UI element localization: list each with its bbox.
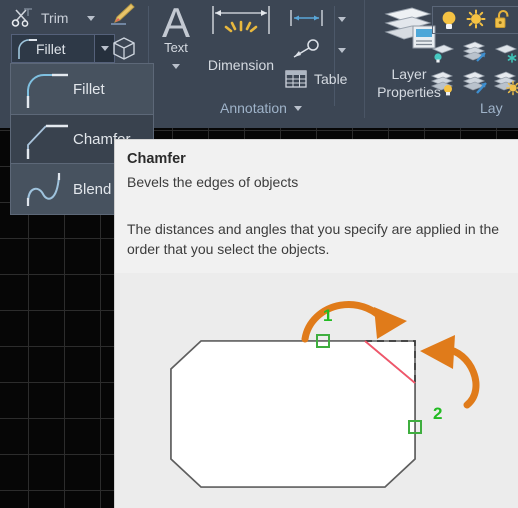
autocad-window: Trim Fillet A Text Dimension Table Annot… [0, 0, 518, 508]
menu-item-fillet[interactable]: Fillet [11, 64, 153, 114]
chamfer-illustration: 1 2 [170, 301, 480, 488]
tooltip-subtitle: Bevels the edges of objects [127, 174, 299, 190]
layer-isolate-icon[interactable] [428, 38, 458, 67]
pencil-button[interactable] [106, 2, 146, 32]
marker-2-label: 2 [433, 404, 442, 423]
fillet-label: Fillet [36, 40, 66, 57]
text-label: Text [164, 40, 188, 55]
tooltip-title: Chamfer [127, 151, 186, 167]
chevron-down-icon[interactable] [338, 47, 346, 53]
chevron-down-icon[interactable] [293, 105, 302, 111]
marker-1-label: 1 [323, 306, 332, 325]
dimension-button[interactable]: Dimension [200, 2, 282, 73]
menu-item-fillet-label: Fillet [73, 80, 105, 98]
chevron-down-icon[interactable] [87, 15, 96, 21]
trim-button[interactable]: Trim [6, 5, 99, 31]
table-grid-icon [285, 70, 307, 88]
fillet-curve-icon [19, 68, 75, 110]
scissors-icon [10, 7, 36, 29]
fillet-curve-icon [16, 38, 40, 66]
dimension-tools-group [286, 6, 346, 64]
tooltip-diagram: 1 2 [115, 273, 518, 508]
letter-a-icon: A [161, 0, 190, 46]
chevron-down-icon[interactable] [172, 64, 180, 69]
layer-unisolate-icon[interactable] [460, 38, 490, 67]
chamfer-bevel-icon [19, 119, 75, 161]
tooltip-body: The distances and angles that you specif… [127, 221, 500, 257]
leader-line-icon[interactable] [286, 38, 328, 62]
fillet-button[interactable]: Fillet [11, 34, 95, 63]
unlock-padlock-icon[interactable] [491, 9, 515, 31]
layer-state-toggles [432, 6, 518, 34]
3d-box-button[interactable] [106, 33, 146, 63]
3d-box-icon [113, 37, 135, 60]
layer-panel-title: Lay [480, 100, 503, 116]
pencil-icon [111, 3, 135, 25]
chamfer-tooltip: Chamfer Bevels the edges of objects The … [114, 139, 518, 508]
dimension-burst-icon [212, 6, 270, 34]
annotation-panel-label: Annotation [220, 100, 287, 116]
chevron-down-icon[interactable] [338, 16, 346, 22]
text-button[interactable]: A Text [152, 2, 200, 74]
arrow-2 [420, 335, 480, 409]
layer-thaw-icon[interactable] [492, 69, 518, 98]
trim-label: Trim [41, 10, 69, 26]
table-label: Table [314, 71, 348, 87]
layer-tools-grid [428, 38, 518, 98]
table-button[interactable]: Table [284, 68, 347, 90]
linear-dimension-icon[interactable] [286, 8, 328, 30]
polygon-shape-filled [170, 340, 416, 488]
lightbulb-on-icon[interactable] [437, 9, 461, 31]
layer-freeze-icon[interactable] [492, 38, 518, 67]
annotation-panel-title[interactable]: Annotation [196, 100, 326, 116]
blend-curve-icon [19, 168, 75, 210]
sun-freeze-icon[interactable] [464, 9, 488, 31]
dimension-label: Dimension [207, 57, 275, 73]
layer-off-icon[interactable] [428, 69, 458, 98]
arrow-1 [301, 301, 407, 343]
panel-divider [364, 0, 365, 118]
layer-turn-on-icon[interactable] [460, 69, 490, 98]
